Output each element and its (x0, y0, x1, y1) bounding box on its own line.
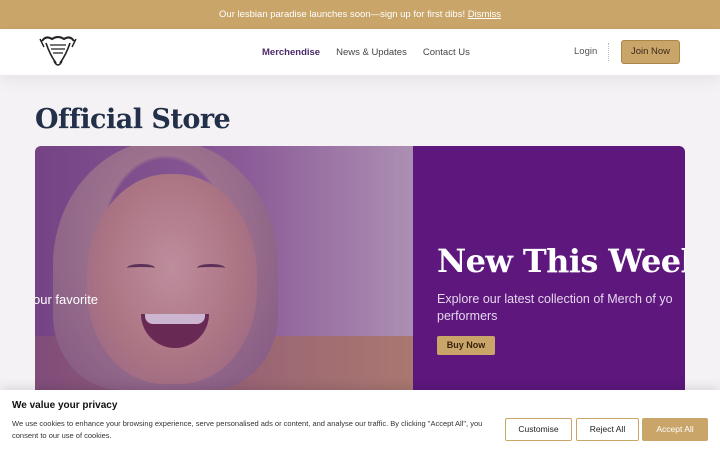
login-link[interactable]: Login (574, 46, 597, 57)
cookie-text: We use cookies to enhance your browsing … (12, 419, 483, 440)
join-now-button[interactable]: Join Now (621, 40, 680, 64)
hero-photo-caption: our favorite (35, 292, 99, 307)
accept-all-button[interactable]: Accept All (642, 418, 708, 441)
dismiss-link[interactable]: Dismiss (468, 9, 501, 20)
hero-heading: New This Week (437, 242, 685, 280)
site-header: Merchendise News & Updates Contact Us Lo… (0, 29, 720, 75)
buy-now-button[interactable]: Buy Now (437, 336, 495, 355)
hero-photo: our favorite (35, 146, 413, 396)
hero-banner: our favorite New This Week Explore our l… (35, 146, 685, 396)
reject-all-button[interactable]: Reject All (576, 418, 639, 441)
hero-description-line2: performers (437, 309, 498, 323)
cookie-title: We value your privacy (12, 400, 118, 411)
main-nav: Merchendise News & Updates Contact Us (262, 29, 470, 75)
header-divider (608, 43, 609, 61)
hero-panel: New This Week Explore our latest collect… (413, 146, 685, 396)
cookie-banner: We value your privacy We use cookies to … (0, 390, 720, 450)
page-title: Official Store (35, 104, 231, 135)
site-logo-icon[interactable] (36, 33, 80, 71)
hero-description-line1: Explore our latest collection of Merch o… (437, 292, 673, 306)
nav-item-merchendise[interactable]: Merchendise (262, 47, 320, 58)
nav-item-news-updates[interactable]: News & Updates (336, 47, 407, 58)
photo-tint (35, 146, 413, 396)
nav-item-contact-us[interactable]: Contact Us (423, 47, 470, 58)
announcement-bar: Our lesbian paradise launches soon—sign … (0, 0, 720, 29)
hero-description: Explore our latest collection of Merch o… (437, 291, 685, 325)
customise-button[interactable]: Customise (505, 418, 572, 441)
announcement-text: Our lesbian paradise launches soon—sign … (219, 9, 466, 20)
